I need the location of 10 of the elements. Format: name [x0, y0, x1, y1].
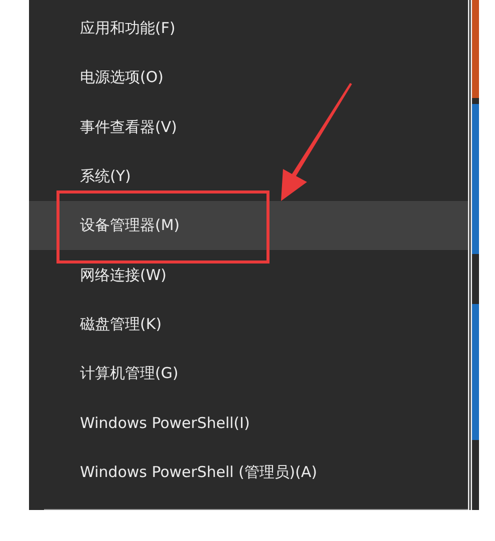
menu-item[interactable]: 事件查看器(V): [29, 102, 468, 152]
menu-item[interactable]: Windows PowerShell(I): [29, 398, 468, 448]
menu-item[interactable]: 网络连接(W): [29, 250, 468, 300]
menu-item[interactable]: 磁盘管理(K): [29, 300, 468, 350]
menu-item[interactable]: 计算机管理(G): [29, 349, 468, 398]
menu-item[interactable]: 电源选项(O): [29, 53, 468, 103]
menu-item[interactable]: Windows PowerShell (管理员)(A): [29, 448, 468, 497]
menu-item[interactable]: 设备管理器(M): [29, 201, 468, 250]
menu-item[interactable]: 系统(Y): [29, 152, 468, 202]
menu-item[interactable]: 应用和功能(F): [29, 4, 468, 54]
